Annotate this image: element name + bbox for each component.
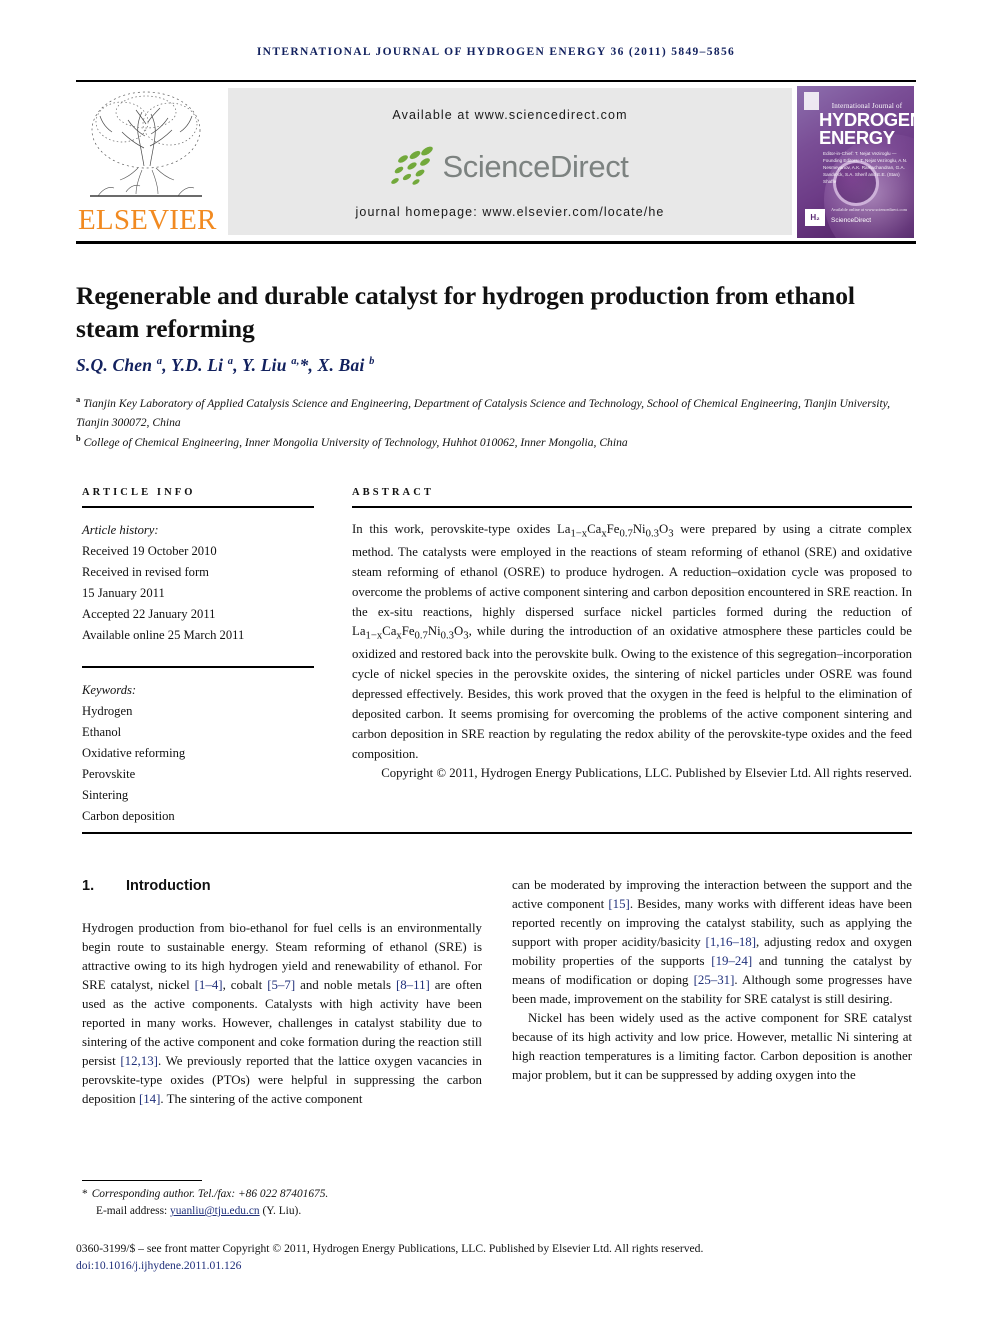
article-info-header: ARTICLE INFO [82,487,196,498]
cover-editors-text: Editor-in-Chief: T. Nejat Veziroglu — Fo… [823,151,908,185]
email-link[interactable]: yuanliu@tju.edu.cn [170,1205,260,1217]
abstract-copyright: Copyright © 2011, Hydrogen Energy Public… [381,766,912,781]
affiliation-b: b College of Chemical Engineering, Inner… [76,434,628,450]
cover-title-line2: ENERGY [819,127,895,148]
keywords-label: Keywords: [82,683,137,698]
citation-reference[interactable]: [1–4] [195,978,223,992]
article-history: Article history: Received 19 October 201… [82,520,314,646]
footnote-block: * Corresponding author. Tel./fax: +86 022… [82,1186,912,1220]
citation-reference[interactable]: [15] [608,897,629,911]
citation-reference[interactable]: [5–7] [267,978,295,992]
paper-page: International Journal of Hydrogen Energy… [0,0,992,1323]
citation-reference[interactable]: [19–24] [711,954,752,968]
doi-link[interactable]: doi:10.1016/j.ijhydene.2011.01.126 [76,1257,916,1274]
article-history-line: Received in revised form [82,565,209,580]
citation-reference[interactable]: [25–31] [694,973,735,987]
keyword-item: Perovskite [82,767,136,782]
citation-reference[interactable]: [12,13] [120,1054,158,1068]
front-matter-text: 0360-3199/$ – see front matter Copyright… [76,1242,704,1255]
journal-cover-thumbnail: International Journal of HYDROGEN ENERGY… [797,86,914,238]
section-title: Introduction [126,878,211,894]
elsevier-logo: ELSEVIER [78,88,217,238]
affiliation-a: a Tianjin Key Laboratory of Applied Cata… [76,395,891,429]
sciencedirect-wordmark: ScienceDirect [442,149,629,184]
keyword-item: Carbon deposition [82,809,175,824]
article-history-line: Received 19 October 2010 [82,544,217,559]
front-matter-block: 0360-3199/$ – see front matter Copyright… [76,1240,916,1275]
keywords-rule [82,666,314,669]
article-history-line: Available online 25 March 2011 [82,628,245,643]
abstract-bottom-rule [82,832,912,834]
page-title: Regenerable and durable catalyst for hyd… [76,281,855,344]
banner-top-rule [76,80,916,82]
sciencedirect-panel: Available at www.sciencedirect.com Scien… [228,88,792,235]
email-line: E-mail address: yuanliu@tju.edu.cn (Y. L… [82,1203,912,1220]
sciencedirect-leaf-icon [391,146,434,185]
intro-paragraph-right-2: Nickel has been widely used as the activ… [512,1010,912,1082]
keyword-item: Oxidative reforming [82,746,186,761]
keywords-block: Keywords: Hydrogen Ethanol Oxidative refor… [82,680,314,827]
article-history-label: Article history: [82,523,159,537]
keyword-item: Sintering [82,788,129,803]
cover-sciencedirect-badge: ScienceDirect [831,217,872,224]
abstract-header: ABSTRACT [352,487,434,498]
section-number: 1. [82,878,95,894]
abstract-column: ABSTRACT In this work, perovskite-type o… [352,487,912,784]
citation-reference[interactable]: [8–11] [396,978,430,992]
running-head: International Journal of Hydrogen Energy… [256,46,736,58]
email-label: E-mail address: [96,1205,171,1218]
keyword-item: Hydrogen [82,704,133,719]
article-history-line: Accepted 22 January 2011 [82,607,216,622]
citation-reference[interactable]: [1,16–18] [706,935,756,949]
email-suffix: (Y. Liu). [259,1205,302,1218]
cover-he-badge: H₂ [805,209,825,226]
footnote-rule [82,1180,202,1181]
available-at-text: Available at www.sciencedirect.com [392,108,628,122]
sciencedirect-logo: ScienceDirect [228,140,792,194]
keyword-item: Ethanol [82,725,122,740]
section-heading-introduction: 1. Introduction [82,876,482,897]
journal-homepage-text: journal homepage: www.elsevier.com/locat… [355,205,665,219]
corresponding-author-text: Corresponding author. Tel./fax: +86 022 … [91,1188,329,1200]
intro-paragraph-left: Hydrogen production from bio-ethanol for… [82,921,482,1107]
article-history-line: 15 January 2011 [82,586,165,601]
elsevier-tree-icon [90,91,202,197]
journal-banner: ELSEVIER Available at www.sciencedirect.… [76,80,916,244]
cover-elsevier-mark [804,92,819,110]
cover-bottom-note: Available online at www.sciencedirect.co… [831,207,908,212]
abstract-rule [352,506,912,508]
body-column-left: 1. Introduction Hydrogen production from… [82,876,482,1109]
abstract-text: In this work, perovskite-type oxides La1… [352,520,912,784]
article-info-column: ARTICLE INFO Article history: Received 1… [82,487,314,827]
body-column-right: can be moderated by improving the intera… [512,876,912,1085]
article-info-rule [82,506,314,508]
corresponding-author-marker: * [82,1188,88,1200]
author-list: S.Q. Chen a, Y.D. Li a, Y. Liu a,*, X. B… [76,355,375,375]
corresponding-author-line: * Corresponding author. Tel./fax: +86 022… [82,1186,912,1203]
affiliation-list: a Tianjin Key Laboratory of Applied Cata… [76,393,912,453]
intro-paragraph-right-1: can be moderated by improving the intera… [512,878,913,1006]
citation-reference[interactable]: [14] [139,1092,160,1106]
banner-bottom-rule [76,241,916,244]
elsevier-wordmark: ELSEVIER [78,204,217,236]
